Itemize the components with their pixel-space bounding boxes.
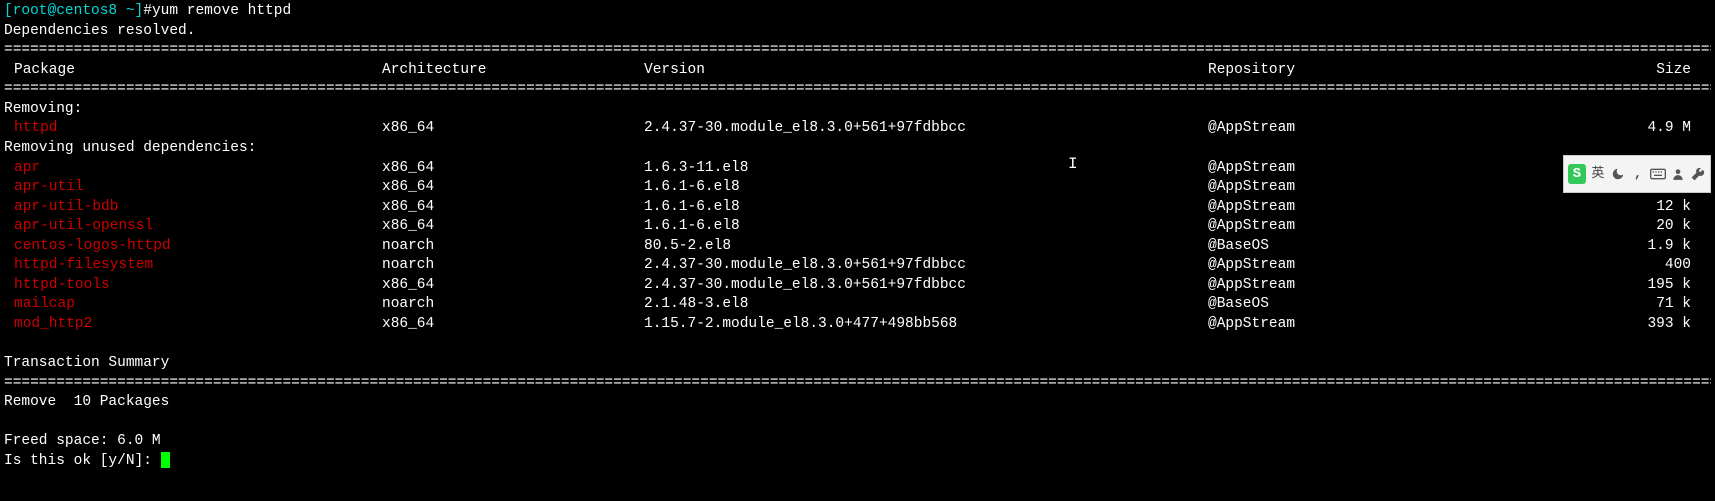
table-row: apr-util-bdbx86_641.6.1-6.el8@AppStream1… <box>4 198 1711 218</box>
package-repo: @AppStream <box>1208 276 1486 296</box>
table-row: apr-utilx86_641.6.1-6.el8@AppStream231 k <box>4 178 1711 198</box>
package-size: 20 k <box>1486 217 1711 237</box>
comma-icon[interactable]: , <box>1630 165 1646 183</box>
shell-command: yum remove httpd <box>152 2 291 22</box>
package-name: httpd-tools <box>4 276 382 296</box>
person-icon[interactable] <box>1670 165 1686 183</box>
header-repository: Repository <box>1208 61 1486 81</box>
ime-toolbar[interactable]: S 英 , <box>1563 155 1711 193</box>
freed-space-line: Freed space: 6.0 M <box>4 432 1711 452</box>
header-version: Version <box>644 61 1208 81</box>
package-version: 2.4.37-30.module_el8.3.0+561+97fdbbcc <box>644 256 1208 276</box>
prompt-path: ~ <box>126 2 135 22</box>
package-repo: @AppStream <box>1208 178 1486 198</box>
package-name: centos-logos-httpd <box>4 237 382 257</box>
table-row: centos-logos-httpdnoarch80.5-2.el8@BaseO… <box>4 237 1711 257</box>
terminal-cursor <box>161 452 170 468</box>
package-name: apr-util-bdb <box>4 198 382 218</box>
package-version: 2.1.48-3.el8 <box>644 295 1208 315</box>
table-row: mod_http2x86_641.15.7-2.module_el8.3.0+4… <box>4 315 1711 335</box>
table-header: Package Architecture Version Repository … <box>4 61 1711 81</box>
package-arch: noarch <box>382 256 644 276</box>
package-repo: @AppStream <box>1208 119 1486 139</box>
header-size: Size <box>1486 61 1711 81</box>
table-row: httpd-filesystemnoarch2.4.37-30.module_e… <box>4 256 1711 276</box>
package-version: 80.5-2.el8 <box>644 237 1208 257</box>
package-version: 1.6.3-11.el8 <box>644 159 1208 179</box>
header-package: Package <box>4 61 382 81</box>
package-name: httpd <box>4 119 382 139</box>
wrench-icon[interactable] <box>1690 165 1706 183</box>
table-row: mailcapnoarch2.1.48-3.el8@BaseOS71 k <box>4 295 1711 315</box>
package-repo: @BaseOS <box>1208 295 1486 315</box>
package-version: 1.15.7-2.module_el8.3.0+477+498bb568 <box>644 315 1208 335</box>
ime-logo-icon[interactable]: S <box>1568 164 1586 184</box>
package-repo: @AppStream <box>1208 315 1486 335</box>
ime-language-button[interactable]: 英 <box>1590 165 1606 183</box>
package-size: 1.9 k <box>1486 237 1711 257</box>
table-row: httpd-toolsx86_642.4.37-30.module_el8.3.… <box>4 276 1711 296</box>
package-size: 400 <box>1486 256 1711 276</box>
blank-line-2 <box>4 413 1711 433</box>
package-arch: x86_64 <box>382 276 644 296</box>
package-version: 1.6.1-6.el8 <box>644 217 1208 237</box>
package-name: apr-util-openssl <box>4 217 382 237</box>
package-version: 1.6.1-6.el8 <box>644 178 1208 198</box>
text-caret-icon: I <box>1068 154 1078 176</box>
table-row: httpdx86_642.4.37-30.module_el8.3.0+561+… <box>4 119 1711 139</box>
rule-header: ========================================… <box>4 80 1711 100</box>
table-row: aprx86_641.6.3-11.el8@AppStream260 k <box>4 159 1711 179</box>
package-size: 195 k <box>1486 276 1711 296</box>
package-arch: x86_64 <box>382 119 644 139</box>
package-version: 1.6.1-6.el8 <box>644 198 1208 218</box>
package-name: apr <box>4 159 382 179</box>
shell-prompt-line[interactable]: [root@centos8 ~]#yum remove httpd <box>4 2 1711 22</box>
package-size: 12 k <box>1486 198 1711 218</box>
package-repo: @AppStream <box>1208 159 1486 179</box>
package-name: mailcap <box>4 295 382 315</box>
package-arch: noarch <box>382 237 644 257</box>
package-repo: @BaseOS <box>1208 237 1486 257</box>
package-version: 2.4.37-30.module_el8.3.0+561+97fdbbcc <box>644 119 1208 139</box>
remove-count-line: Remove 10 Packages <box>4 393 1711 413</box>
blank-line <box>4 335 1711 355</box>
confirm-prompt-text: Is this ok [y/N]: <box>4 452 161 472</box>
removing-unused-section-label: Removing unused dependencies: <box>4 139 1711 159</box>
prompt-close: ] <box>135 2 144 22</box>
deps-resolved-line: Dependencies resolved. <box>4 22 1711 42</box>
package-arch: x86_64 <box>382 217 644 237</box>
package-name: httpd-filesystem <box>4 256 382 276</box>
package-size: 4.9 M <box>1486 119 1711 139</box>
header-architecture: Architecture <box>382 61 644 81</box>
table-row: apr-util-opensslx86_641.6.1-6.el8@AppStr… <box>4 217 1711 237</box>
package-size: 71 k <box>1486 295 1711 315</box>
package-repo: @AppStream <box>1208 256 1486 276</box>
prompt-hash: # <box>143 2 152 22</box>
package-version: 2.4.37-30.module_el8.3.0+561+97fdbbcc <box>644 276 1208 296</box>
prompt-user-host: [root@centos8 <box>4 2 126 22</box>
transaction-summary-label: Transaction Summary <box>4 354 1711 374</box>
removing-section-label: Removing: <box>4 100 1711 120</box>
rule-top: ========================================… <box>4 41 1711 61</box>
package-arch: noarch <box>382 295 644 315</box>
package-arch: x86_64 <box>382 159 644 179</box>
confirm-prompt-line[interactable]: Is this ok [y/N]: <box>4 452 1711 472</box>
package-repo: @AppStream <box>1208 217 1486 237</box>
keyboard-icon[interactable] <box>1650 165 1666 183</box>
package-repo: @AppStream <box>1208 198 1486 218</box>
package-arch: x86_64 <box>382 178 644 198</box>
moon-icon[interactable] <box>1610 165 1626 183</box>
package-arch: x86_64 <box>382 315 644 335</box>
rule-summary: ========================================… <box>4 374 1711 394</box>
package-size: 393 k <box>1486 315 1711 335</box>
package-arch: x86_64 <box>382 198 644 218</box>
package-name: mod_http2 <box>4 315 382 335</box>
package-name: apr-util <box>4 178 382 198</box>
